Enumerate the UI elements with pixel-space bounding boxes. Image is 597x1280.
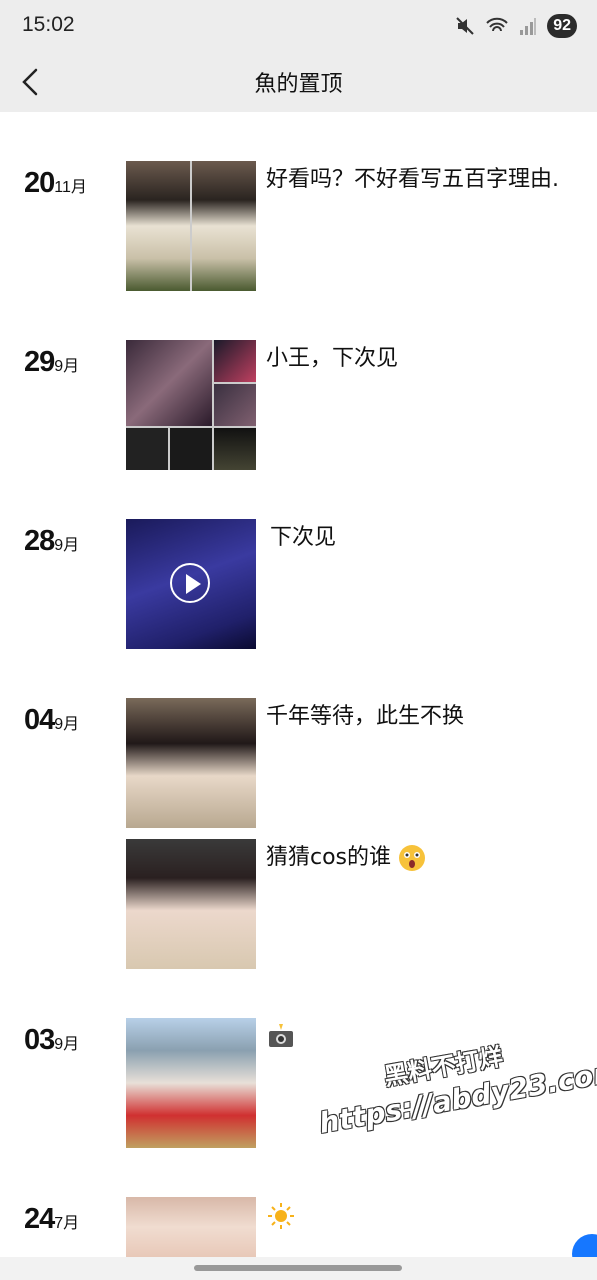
post-thumbnail[interactable] [126, 1018, 256, 1148]
post-text: 猜猜cos的谁 [266, 842, 576, 873]
post-day: 24 [24, 1203, 55, 1235]
post-text: 好看吗？不好看写五百字理由. [266, 167, 559, 192]
post-date: 299月 [24, 346, 79, 379]
post-date: 2011月 [24, 167, 87, 200]
post-thumbnail[interactable] [126, 161, 256, 291]
post-thumbnail[interactable] [126, 340, 256, 470]
status-time: 15:02 [22, 13, 75, 36]
post-month: 7月 [54, 1215, 80, 1232]
post-day: 29 [24, 346, 55, 378]
post-date: 247月 [24, 1203, 79, 1236]
post-month: 9月 [54, 537, 80, 554]
status-bar: 15:02 92 [0, 0, 597, 52]
gesture-bar [0, 1257, 597, 1280]
page-title: 魚的置顶 [254, 72, 343, 97]
post-day: 04 [24, 704, 55, 736]
post-date: 049月 [24, 704, 79, 737]
post-month: 11月 [54, 179, 87, 196]
status-icons: 92 [455, 14, 577, 38]
post-text: 千年等待，此生不换 [266, 704, 465, 729]
post-thumbnail[interactable] [126, 1197, 256, 1257]
post-day: 20 [24, 167, 55, 199]
post-text-content: 猜猜cos的谁 [266, 845, 392, 870]
mute-icon [456, 17, 474, 35]
post-day: 28 [24, 525, 55, 557]
post-date: 289月 [24, 525, 79, 558]
post-text: 下次见 [270, 525, 337, 550]
signal-icon [520, 18, 537, 35]
nav-bar: 魚的置顶 [0, 52, 597, 112]
post-video-thumbnail[interactable] [126, 519, 256, 649]
post-thumbnail[interactable] [126, 839, 256, 969]
post-month: 9月 [54, 716, 80, 733]
post-text: 小王，下次见 [266, 346, 399, 371]
post-date: 039月 [24, 1024, 79, 1057]
post-day: 03 [24, 1024, 55, 1056]
wifi-icon [486, 17, 508, 32]
play-icon[interactable] [170, 563, 210, 603]
battery-badge: 92 [547, 14, 577, 38]
shocked-emoji-icon [399, 845, 426, 871]
post-month: 9月 [54, 358, 80, 375]
sun-icon [268, 1203, 294, 1229]
camera-flash-icon [269, 1024, 293, 1047]
home-indicator[interactable] [194, 1265, 402, 1271]
post-month: 9月 [54, 1036, 80, 1053]
post-thumbnail[interactable] [126, 698, 256, 828]
